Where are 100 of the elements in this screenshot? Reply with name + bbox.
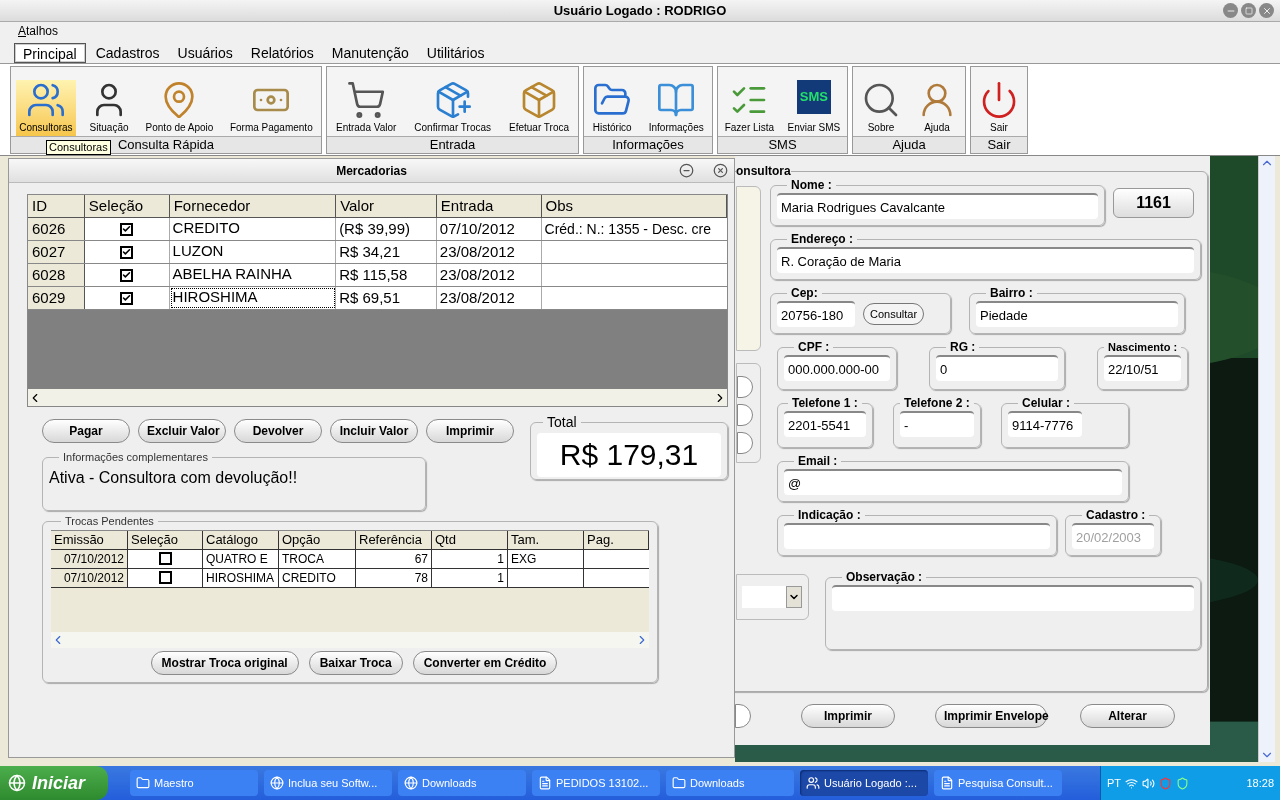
- taskbar-button[interactable]: Maestro: [130, 770, 258, 796]
- ribbon-button[interactable]: Sobre: [858, 80, 904, 136]
- column-header[interactable]: Opção: [279, 530, 356, 549]
- shield-icon[interactable]: [1176, 776, 1190, 790]
- button[interactable]: Devolver: [234, 419, 322, 443]
- text-field[interactable]: 0: [936, 355, 1058, 381]
- checkbox[interactable]: [120, 245, 134, 259]
- ribbon-button[interactable]: Entrada Valor: [332, 80, 400, 136]
- text-field[interactable]: 000.000.000-00: [784, 355, 890, 381]
- taskbar-button[interactable]: Usuário Logado :...: [800, 770, 928, 796]
- button[interactable]: Imprimir: [801, 704, 895, 728]
- column-header[interactable]: Seleção: [84, 195, 170, 217]
- button[interactable]: Incluir Valor: [330, 419, 418, 443]
- button[interactable]: Imprimir Envelope: [935, 704, 1047, 728]
- table-cell: 78: [356, 568, 432, 587]
- column-header[interactable]: Obs: [541, 195, 727, 217]
- start-button[interactable]: Iniciar: [0, 766, 108, 800]
- button[interactable]: [737, 376, 753, 398]
- ribbon-button[interactable]: Consultoras: [16, 80, 76, 136]
- tab[interactable]: Manutenção: [323, 43, 417, 63]
- text-field[interactable]: 20756-180: [777, 301, 855, 327]
- minimize-icon[interactable]: [679, 163, 694, 178]
- checkbox[interactable]: [120, 268, 134, 282]
- text-field[interactable]: [784, 523, 1050, 549]
- table-cell: 6026: [28, 218, 85, 240]
- checkbox[interactable]: [120, 291, 134, 305]
- network-icon[interactable]: [1125, 776, 1139, 790]
- speaker-icon[interactable]: [1142, 776, 1156, 790]
- ribbon-button[interactable]: Fazer Lista: [721, 80, 778, 136]
- minimize-button[interactable]: [1223, 3, 1238, 18]
- button[interactable]: Mostrar Troca original: [150, 650, 299, 675]
- menu-item[interactable]: Atalhos: [18, 22, 59, 40]
- code-button[interactable]: 1161: [1113, 188, 1194, 218]
- column-header[interactable]: Qtd: [432, 530, 508, 549]
- tab[interactable]: Principal: [14, 43, 86, 63]
- button[interactable]: Consultar: [863, 303, 925, 325]
- column-header[interactable]: Emissão: [51, 530, 128, 549]
- checkbox[interactable]: [120, 222, 134, 236]
- ribbon-button[interactable]: Efetuar Troca: [505, 80, 572, 136]
- dropdown[interactable]: [742, 586, 802, 608]
- ribbon-button[interactable]: Sair: [976, 80, 1022, 136]
- text-field[interactable]: -: [900, 411, 974, 437]
- tab[interactable]: Relatórios: [242, 43, 322, 63]
- tab[interactable]: Usuários: [169, 43, 241, 63]
- column-header[interactable]: Entrada: [436, 195, 542, 217]
- checkbox[interactable]: [158, 571, 172, 584]
- panel-title: onsultora: [736, 164, 791, 178]
- button[interactable]: Baixar Troca: [308, 650, 403, 675]
- table-cell: 67: [356, 549, 432, 568]
- text-field[interactable]: 2201-5541: [784, 411, 866, 437]
- column-header[interactable]: Tam.: [508, 530, 584, 549]
- checkbox[interactable]: [158, 552, 172, 565]
- check-icon: [122, 270, 132, 280]
- ribbon-button[interactable]: Situação: [86, 80, 133, 136]
- taskbar-button[interactable]: PEDIDOS 13102...: [532, 770, 660, 796]
- column-header[interactable]: Fornecedor: [169, 195, 337, 217]
- column-header[interactable]: Valor: [336, 195, 437, 217]
- scrollbar[interactable]: [28, 389, 727, 406]
- text-field[interactable]: R. Coração de Maria: [777, 247, 1194, 273]
- tab[interactable]: Cadastros: [87, 43, 168, 63]
- column-header[interactable]: Seleção: [128, 530, 203, 549]
- column-header[interactable]: Referência: [356, 530, 432, 549]
- button[interactable]: Pagar: [42, 419, 130, 443]
- column-header[interactable]: Pag.: [584, 530, 649, 549]
- ribbon-button[interactable]: Histórico: [589, 80, 636, 136]
- button[interactable]: Converter em Crédito: [412, 650, 558, 675]
- ribbon-button[interactable]: Confirmar Trocas: [411, 80, 494, 136]
- table-cell: EXG: [508, 549, 584, 568]
- close-icon[interactable]: [713, 163, 728, 178]
- total-value: R$ 179,31: [537, 433, 721, 477]
- close-button[interactable]: [1259, 3, 1274, 18]
- ribbon-button[interactable]: SMS Enviar SMS: [784, 80, 844, 136]
- taskbar-button[interactable]: Pesquisa Consult...: [934, 770, 1062, 796]
- column-header[interactable]: ID: [28, 195, 85, 217]
- button[interactable]: [737, 432, 753, 454]
- maximize-button[interactable]: [1241, 3, 1256, 18]
- button[interactable]: [735, 704, 751, 728]
- text-field[interactable]: @: [784, 469, 1122, 495]
- ribbon-button[interactable]: Forma Pagamento: [226, 80, 316, 136]
- button[interactable]: Excluir Valor: [138, 419, 226, 443]
- text-field[interactable]: Maria Rodrigues Cavalcante: [777, 193, 1098, 219]
- button[interactable]: Imprimir: [426, 419, 514, 443]
- ribbon-button[interactable]: Informações: [645, 80, 707, 136]
- text-field[interactable]: Piedade: [976, 301, 1178, 327]
- text-field[interactable]: 9114-7776: [1008, 411, 1082, 437]
- taskbar-button[interactable]: Downloads: [398, 770, 526, 796]
- ribbon-button[interactable]: Ponto de Apoio: [142, 80, 217, 136]
- text-field[interactable]: [832, 585, 1194, 611]
- column-header[interactable]: Catálogo: [203, 530, 279, 549]
- people-icon: [806, 776, 820, 790]
- scrollbar[interactable]: [1258, 156, 1275, 762]
- taskbar-button[interactable]: Inclua seu Softw...: [264, 770, 392, 796]
- button[interactable]: Alterar: [1080, 704, 1175, 728]
- button[interactable]: [737, 404, 753, 426]
- ribbon-button[interactable]: Ajuda: [914, 80, 960, 136]
- tab[interactable]: Utilitários: [418, 43, 493, 63]
- text-field[interactable]: 22/10/51: [1104, 355, 1182, 381]
- field-label: Nome :: [790, 178, 833, 192]
- table-cell: 6029: [28, 287, 85, 309]
- taskbar-button[interactable]: Downloads: [666, 770, 794, 796]
